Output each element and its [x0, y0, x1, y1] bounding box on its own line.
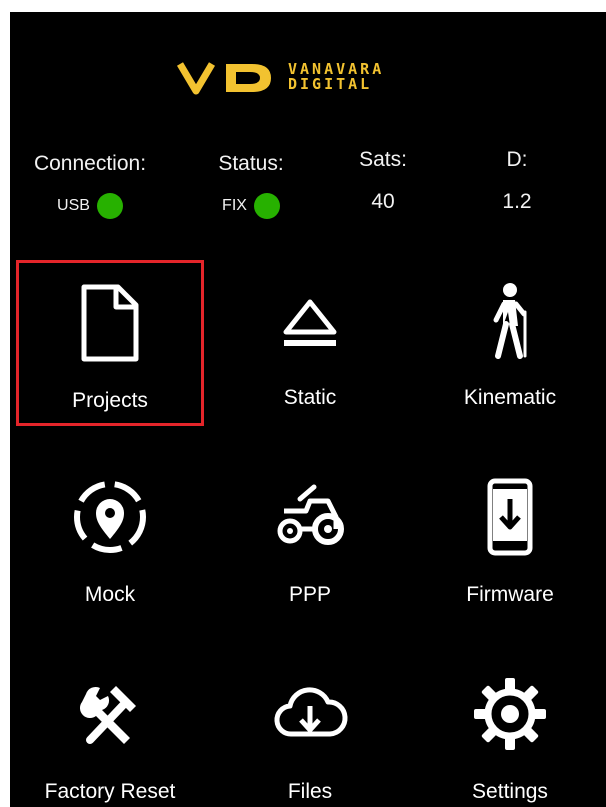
- tile-label: Firmware: [466, 583, 554, 606]
- connection-status: Connection: USB: [15, 152, 165, 219]
- brand-line-2: DIGITAL: [288, 75, 373, 93]
- d-label: D:: [506, 148, 528, 171]
- menu-tile-static[interactable]: Static: [216, 260, 404, 426]
- tractor-icon: [277, 484, 344, 545]
- tile-label: Projects: [72, 389, 148, 412]
- status-label: Status:: [218, 152, 284, 175]
- hammer-wrench-icon: [79, 686, 136, 744]
- brand-name: VANAVARA DIGITAL: [288, 62, 384, 92]
- status-indicator-icon: [253, 193, 280, 219]
- tile-label: Mock: [84, 583, 136, 606]
- tile-label: Files: [287, 780, 333, 803]
- location-pin-dashed-circle-icon: [74, 481, 146, 553]
- connection-label: Connection:: [33, 152, 147, 175]
- connection-value: USB: [57, 197, 90, 214]
- tile-label: Settings: [472, 780, 548, 803]
- sats-status: Sats: 40: [308, 148, 458, 214]
- walking-person-icon: [493, 283, 527, 359]
- brand-logo: VANAVARA DIGITAL: [176, 60, 446, 96]
- gear-icon: [474, 678, 546, 750]
- tile-label: Factory Reset: [44, 780, 176, 803]
- menu-tile-files[interactable]: Files: [216, 654, 404, 807]
- tile-label: Kinematic: [463, 386, 557, 409]
- fix-status: Status: FIX: [176, 152, 326, 219]
- menu-tile-factory-reset[interactable]: Factory Reset: [16, 654, 204, 807]
- sats-label: Sats:: [359, 148, 407, 171]
- eject-icon: [283, 299, 337, 346]
- tile-label: PPP: [288, 583, 332, 606]
- connection-indicator-icon: [96, 193, 123, 219]
- menu-tile-ppp[interactable]: PPP: [216, 457, 404, 623]
- d-value: 1.2: [502, 190, 532, 213]
- phone-download-icon: [487, 478, 533, 556]
- menu-tile-projects[interactable]: Projects: [16, 260, 204, 426]
- d-status: D: 1.2: [442, 148, 592, 214]
- cloud-download-icon: [274, 687, 348, 737]
- menu-tile-firmware[interactable]: Firmware: [416, 457, 604, 623]
- menu-tile-kinematic[interactable]: Kinematic: [416, 260, 604, 426]
- home-screen: VANAVARA DIGITAL Connection: USB Status:…: [10, 12, 606, 807]
- status-value: FIX: [222, 197, 247, 214]
- menu-tile-settings[interactable]: Settings: [416, 654, 604, 807]
- document-icon: [81, 284, 139, 362]
- vd-logo-mark-icon: [176, 62, 271, 95]
- tile-label: Static: [283, 386, 337, 409]
- sats-value: 40: [371, 190, 395, 213]
- menu-tile-mock[interactable]: Mock: [16, 457, 204, 623]
